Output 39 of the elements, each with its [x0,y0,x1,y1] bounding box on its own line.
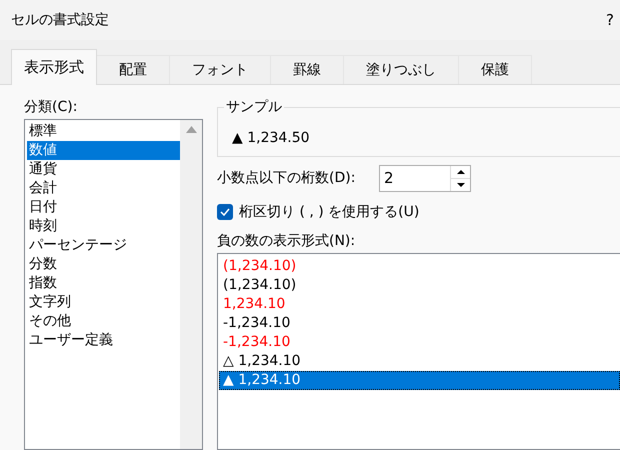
sample-value: ▲ 1,234.50 [232,130,310,146]
category-item[interactable]: 文字列 [27,293,180,312]
tab[interactable]: 塗りつぶし [344,55,459,84]
category-item[interactable]: 日付 [27,198,180,217]
negative-format-label: 負の数の表示形式(N): [217,232,356,251]
negative-format-item[interactable]: (1,234.10) [219,276,620,295]
help-button[interactable]: ? [602,8,618,32]
negative-format-item[interactable]: -1,234.10 [219,333,620,352]
up-arrow-icon [456,170,464,174]
negative-format-item[interactable]: -1,234.10 [219,314,620,333]
decimal-places-label: 小数点以下の桁数(D): [217,168,356,188]
category-item[interactable]: パーセンテージ [27,236,180,255]
tab[interactable]: 罫線 [271,55,344,84]
negative-format-item[interactable]: △ 1,234.10 [219,352,620,371]
negative-format-item[interactable]: 1,234.10 [219,295,620,314]
negative-format-item[interactable]: (1,234.10) [219,257,620,276]
window-title: セルの書式設定 [11,10,109,30]
category-item[interactable]: 通貨 [27,160,180,179]
category-item[interactable]: 数値 [27,141,180,160]
tab[interactable]: 保護 [459,55,532,84]
tab[interactable]: 配置 [97,55,170,84]
down-arrow-icon [456,182,464,186]
category-item[interactable]: 標準 [27,122,180,141]
spinbox-value: 2 [383,168,395,188]
tab[interactable]: フォント [170,55,271,84]
negative-format-item[interactable]: ▲ 1,234.10 [219,371,620,390]
decimal-places-spinbox[interactable]: 2 [379,164,471,192]
category-item[interactable]: 分数 [27,255,180,274]
category-item[interactable]: 指数 [27,274,180,293]
tab[interactable]: 表示形式 [11,49,97,85]
check-icon [220,208,230,216]
category-item[interactable]: ユーザー定義 [27,331,180,350]
category-item[interactable]: 時刻 [27,217,180,236]
category-item[interactable]: その他 [27,312,180,331]
category-item[interactable]: 会計 [27,179,180,198]
checkbox-label: 桁区切り ( , ) を使用する(U) [239,202,420,222]
scrollbar[interactable] [180,120,202,449]
checkbox[interactable] [217,204,233,220]
category-label: 分類(C): [24,98,78,117]
